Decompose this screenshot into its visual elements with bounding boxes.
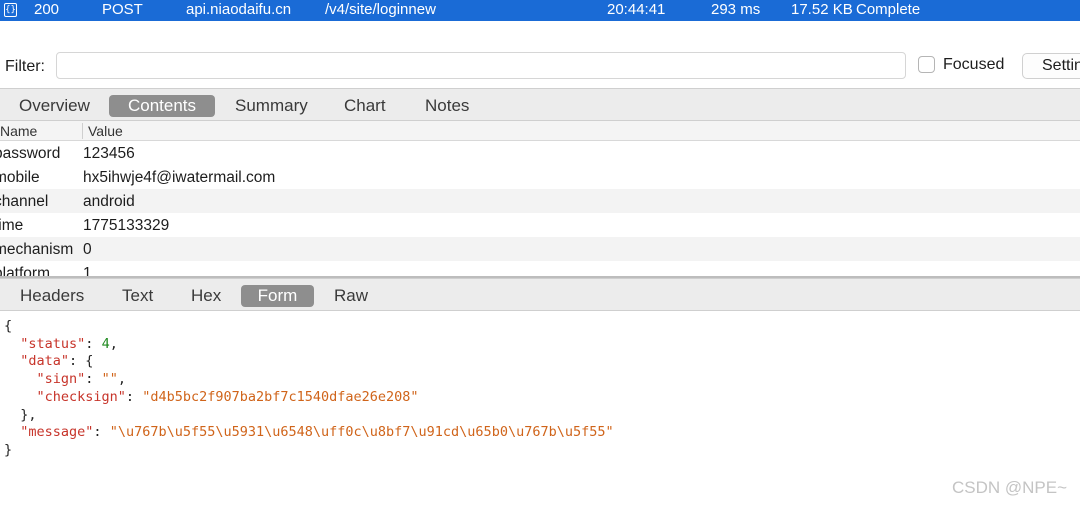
table-row[interactable]: mobile hx5ihwje4f@iwatermail.com	[0, 165, 1080, 189]
tab-headers[interactable]: Headers	[20, 285, 84, 307]
field-name: platform	[0, 265, 50, 276]
json-response-body[interactable]: { "status": 4, "data": { "sign": "", "ch…	[4, 318, 614, 460]
field-value: android	[83, 193, 135, 210]
filter-input[interactable]	[56, 52, 906, 79]
tab-form[interactable]: Form	[241, 285, 314, 307]
json-key: "checksign"	[36, 388, 126, 405]
column-divider[interactable]	[82, 123, 83, 139]
request-status: 200	[34, 1, 60, 18]
response-view-tabs: Overview Contents Summary Chart Notes	[0, 88, 1080, 121]
tab-summary[interactable]: Summary	[235, 95, 308, 117]
field-name: channel	[0, 193, 49, 210]
json-number: 4	[101, 335, 110, 352]
json-key: "message"	[20, 424, 94, 441]
request-time: 20:44:41	[607, 1, 666, 18]
request-state: Complete	[856, 1, 921, 18]
field-value: 123456	[83, 145, 135, 162]
field-value: 0	[83, 241, 92, 258]
json-key: "data"	[20, 353, 70, 370]
watermark: CSDN @NPE~	[952, 478, 1068, 497]
table-header: Name Value	[0, 121, 1080, 141]
json-brace: }	[4, 441, 13, 458]
field-name: password	[0, 145, 61, 162]
selected-request-row[interactable]: {} 200 POST api.niaodaifu.cn /v4/site/lo…	[0, 0, 1080, 21]
tab-notes[interactable]: Notes	[425, 95, 469, 117]
tab-text[interactable]: Text	[122, 285, 153, 307]
tab-contents[interactable]: Contents	[109, 95, 215, 117]
tab-raw[interactable]: Raw	[334, 285, 368, 307]
request-method: POST	[102, 1, 143, 18]
field-name: time	[0, 217, 24, 234]
tab-hex[interactable]: Hex	[191, 285, 221, 307]
request-path: /v4/site/loginnew	[325, 1, 436, 18]
json-string: "\u767b\u5f55\u5931\u6548\uff0c\u8bf7\u9…	[109, 424, 614, 441]
json-brace: {	[4, 318, 13, 334]
column-header-value[interactable]: Value	[88, 123, 123, 139]
json-key: "status"	[20, 335, 86, 352]
field-value: 1	[83, 265, 92, 276]
tab-chart[interactable]: Chart	[344, 95, 386, 117]
focused-checkbox[interactable]	[918, 56, 935, 73]
request-size: 17.52 KB	[791, 1, 853, 18]
tab-overview[interactable]: Overview	[19, 95, 90, 117]
json-string: ""	[101, 371, 118, 388]
column-header-name[interactable]: Name	[0, 123, 37, 139]
filter-bar: Filter: Focused Settings	[0, 48, 1080, 84]
table-row[interactable]: mechanism 0	[0, 237, 1080, 261]
field-value: 1775133329	[83, 217, 170, 234]
table-row[interactable]: platform 1	[0, 261, 1080, 276]
focused-label: Focused	[943, 56, 1005, 73]
field-value: hx5ihwje4f@iwatermail.com	[83, 169, 276, 186]
body-view-tabs: Headers Text Hex Form Raw	[0, 278, 1080, 311]
json-file-icon: {}	[4, 3, 17, 17]
table-row[interactable]: password 123456	[0, 141, 1080, 165]
settings-button[interactable]: Settings	[1022, 53, 1080, 79]
table-row[interactable]: channel android	[0, 189, 1080, 213]
request-duration: 293 ms	[711, 1, 761, 18]
json-string: "d4b5bc2f907ba2bf7c1540dfae26e208"	[142, 388, 419, 405]
json-key: "sign"	[36, 371, 86, 388]
field-name: mechanism	[0, 241, 74, 258]
filter-label: Filter:	[5, 58, 45, 75]
form-fields-table: Name Value password 123456 mobile hx5ihw…	[0, 121, 1080, 276]
field-name: mobile	[0, 169, 40, 186]
request-host: api.niaodaifu.cn	[186, 1, 292, 18]
table-row[interactable]: time 1775133329	[0, 213, 1080, 237]
